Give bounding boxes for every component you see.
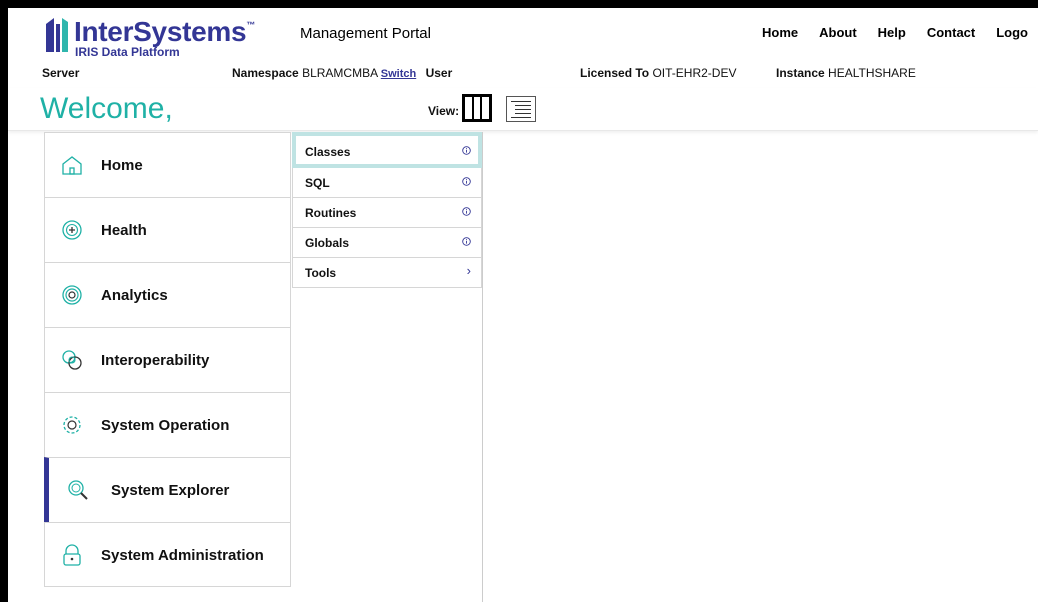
search-icon xyxy=(68,480,88,500)
menu-item-health[interactable]: Health xyxy=(44,197,291,262)
namespace-info: Namespace BLRAMCMBA Switch User xyxy=(232,66,452,80)
nav-logout-link[interactable]: Logo xyxy=(996,25,1028,40)
home-icon xyxy=(62,156,82,175)
submenu-item-label: Globals xyxy=(305,236,350,250)
licensed-value: OIT-EHR2-DEV xyxy=(652,66,737,80)
intersystems-logo-icon xyxy=(46,18,68,52)
window-frame-top xyxy=(0,0,1038,8)
menu-item-label: System Explorer xyxy=(111,482,230,499)
info-icon[interactable] xyxy=(462,146,471,155)
submenu-item-label: Tools xyxy=(305,266,337,280)
info-icon[interactable] xyxy=(462,237,471,246)
instance-value: HEALTHSHARE xyxy=(828,66,916,80)
menu-item-system-explorer[interactable]: System Explorer xyxy=(44,457,291,522)
namespace-value: BLRAMCMBA xyxy=(302,66,378,80)
submenu-item-label: SQL xyxy=(305,176,330,190)
interoperability-icon xyxy=(62,350,82,370)
welcome-text: Welcome, xyxy=(40,92,173,125)
submenu-item-sql[interactable]: SQL xyxy=(292,168,482,198)
submenu-item-label: Routines xyxy=(305,206,357,220)
intersystems-logo[interactable]: InterSystems™ IRIS Data Platform xyxy=(46,16,255,59)
main-menu: Home Health Analytics Interoperability S… xyxy=(44,132,291,587)
gear-icon xyxy=(63,416,81,434)
info-icon[interactable] xyxy=(462,177,471,186)
menu-item-label: System Operation xyxy=(101,417,230,434)
lock-icon xyxy=(63,544,81,566)
chevron-right-icon: › xyxy=(466,263,471,278)
instance-label: Instance xyxy=(776,66,825,80)
submenu-item-globals[interactable]: Globals xyxy=(292,228,482,258)
brand-subtitle: IRIS Data Platform xyxy=(75,45,180,59)
system-explorer-submenu: Classes SQL Routines Globals Tools › xyxy=(292,132,482,288)
menu-item-system-administration[interactable]: System Administration xyxy=(44,522,291,587)
submenu-item-label: Classes xyxy=(305,145,351,159)
nav-help-link[interactable]: Help xyxy=(878,25,906,40)
menu-item-label: Analytics xyxy=(101,287,168,304)
user-label: User xyxy=(425,66,453,80)
menu-item-analytics[interactable]: Analytics xyxy=(44,262,291,327)
submenu-item-routines[interactable]: Routines xyxy=(292,198,482,228)
menu-item-label: Interoperability xyxy=(101,352,210,369)
submenu-divider xyxy=(482,132,483,602)
licensed-info: Licensed To OIT-EHR2-DEV xyxy=(580,66,736,80)
nav-about-link[interactable]: About xyxy=(819,25,857,40)
menu-item-label: Home xyxy=(101,157,143,174)
view-label: View: xyxy=(428,104,460,118)
top-navigation: Home About Help Contact Logo xyxy=(762,25,1038,40)
nav-contact-link[interactable]: Contact xyxy=(927,25,975,40)
portal-title: Management Portal xyxy=(300,25,431,42)
menu-item-home[interactable]: Home xyxy=(44,132,291,197)
health-icon xyxy=(62,220,82,240)
info-bar: Server Namespace BLRAMCMBA Switch User L… xyxy=(8,60,1038,86)
menu-item-system-operation[interactable]: System Operation xyxy=(44,392,291,457)
server-label: Server xyxy=(42,66,80,80)
menu-item-interoperability[interactable]: Interoperability xyxy=(44,327,291,392)
list-view-icon[interactable] xyxy=(506,96,536,122)
switch-namespace-link[interactable]: Switch xyxy=(381,68,416,80)
window-frame-left xyxy=(0,0,8,602)
namespace-label: Namespace xyxy=(232,66,299,80)
submenu-item-tools[interactable]: Tools › xyxy=(292,258,482,288)
header: InterSystems™ IRIS Data Platform Managem… xyxy=(8,8,1038,60)
columns-view-icon[interactable] xyxy=(462,94,492,122)
brand-name: InterSystems™ xyxy=(74,16,255,47)
instance-info: Instance HEALTHSHARE xyxy=(776,66,916,80)
welcome-bar: Welcome, View: xyxy=(8,88,1038,131)
info-icon[interactable] xyxy=(462,207,471,216)
menu-item-label: Health xyxy=(101,222,147,239)
licensed-label: Licensed To xyxy=(580,66,650,80)
analytics-icon xyxy=(62,285,82,305)
submenu-item-classes[interactable]: Classes xyxy=(292,132,482,168)
menu-item-label: System Administration xyxy=(101,547,264,564)
nav-home-link[interactable]: Home xyxy=(762,25,798,40)
